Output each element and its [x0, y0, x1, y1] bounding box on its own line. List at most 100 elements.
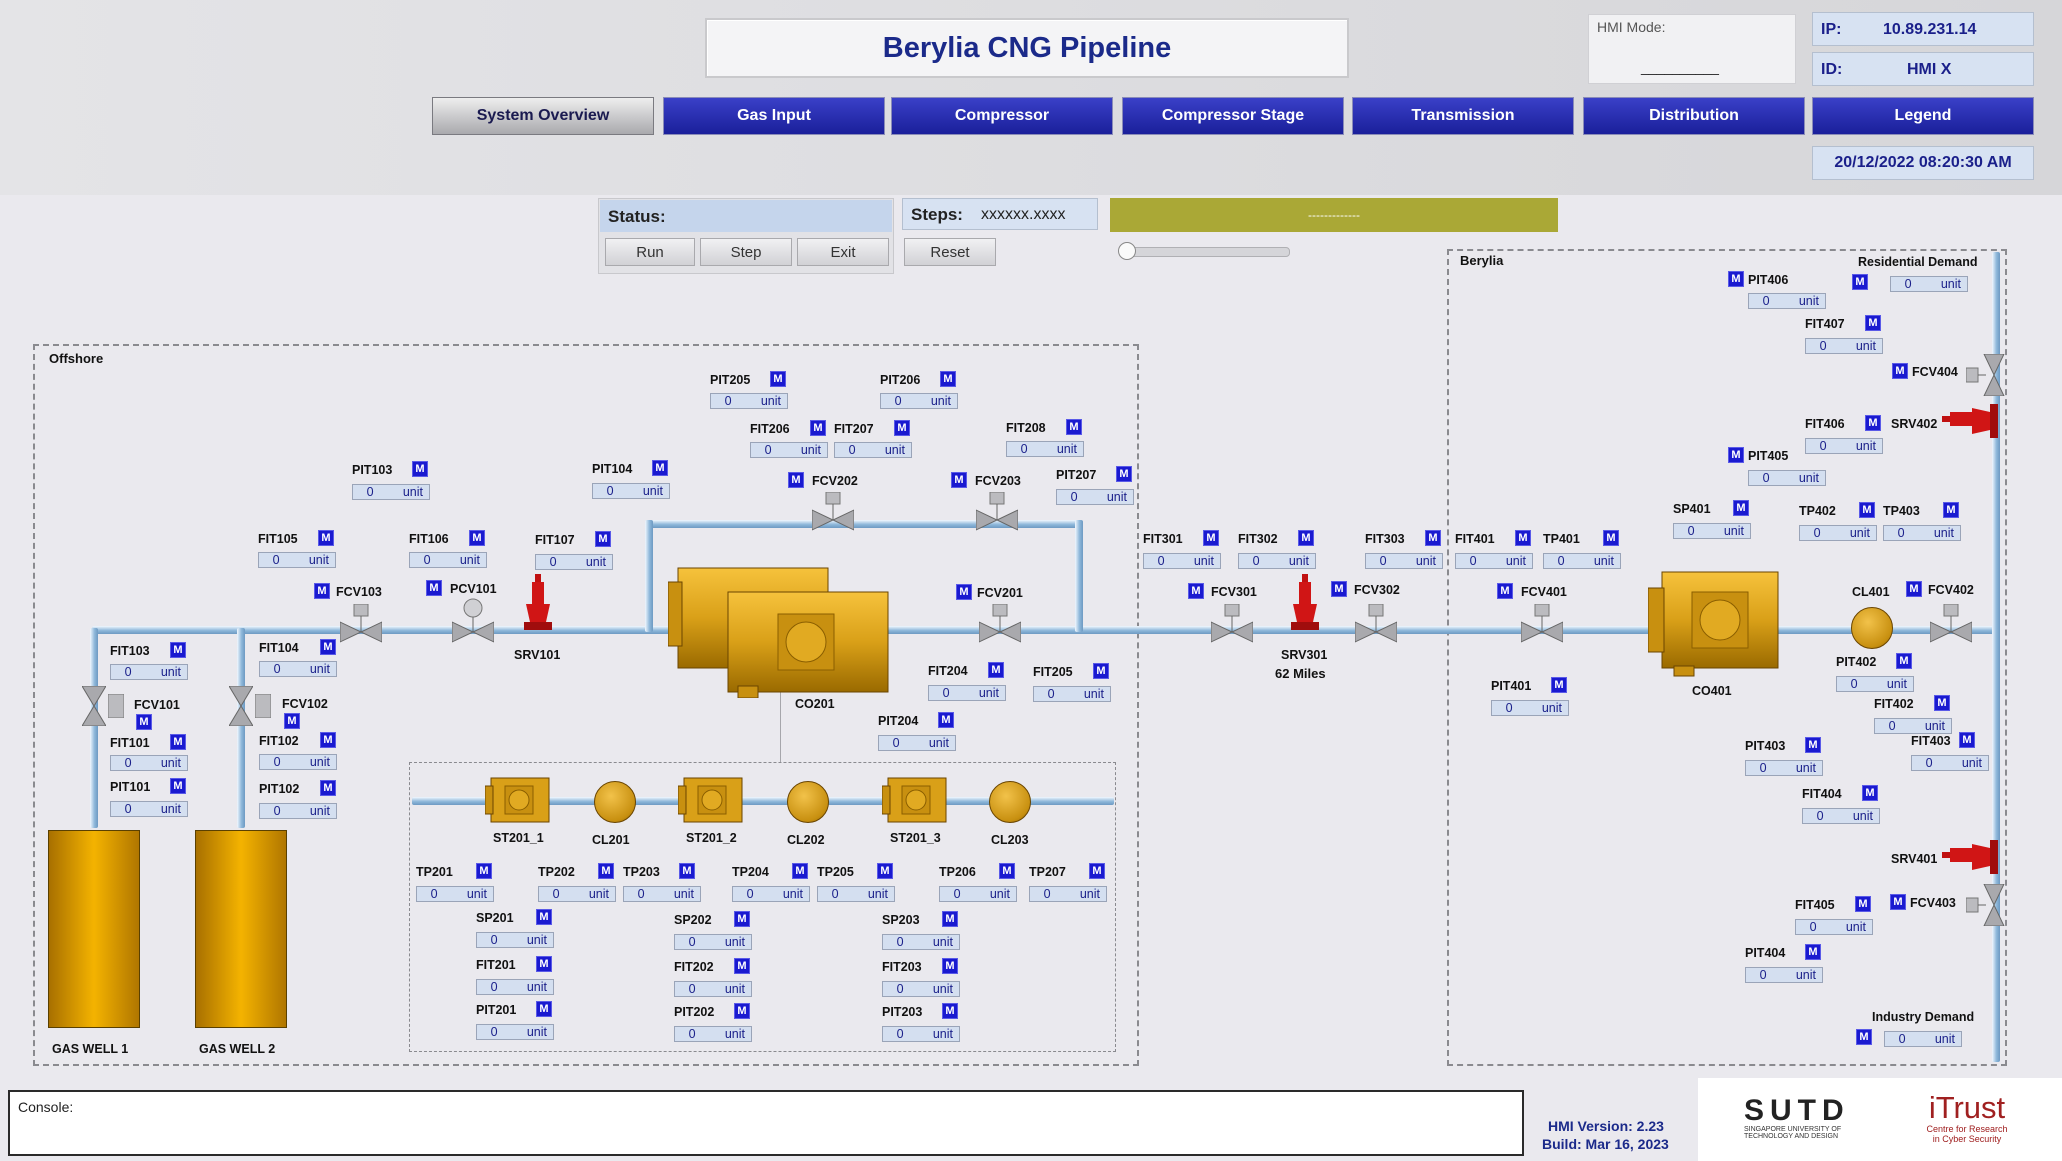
srv402-relief-valve-icon[interactable]: [1942, 404, 2000, 438]
tp402-manual-button[interactable]: M: [1859, 502, 1875, 518]
fcv401-valve[interactable]: [1521, 604, 1563, 644]
fcv202-manual-button[interactable]: M: [788, 472, 804, 488]
tab-legend[interactable]: Legend: [1812, 97, 2034, 135]
indd-manual-button[interactable]: M: [1856, 1029, 1872, 1045]
fit101-manual-button[interactable]: M: [170, 734, 186, 750]
co201-compressor-icon[interactable]: [668, 562, 894, 698]
tp204-manual-button[interactable]: M: [792, 863, 808, 879]
pit202-manual-button[interactable]: M: [734, 1003, 750, 1019]
speed-slider-track[interactable]: [1120, 247, 1290, 257]
pit405-manual-button[interactable]: M: [1728, 447, 1744, 463]
tp206-manual-button[interactable]: M: [999, 863, 1015, 879]
srv401-relief-valve-icon[interactable]: [1942, 840, 2000, 874]
fit202-manual-button[interactable]: M: [734, 958, 750, 974]
fcv302-manual-button[interactable]: M: [1331, 581, 1347, 597]
srv101-relief-valve-icon[interactable]: [524, 574, 552, 632]
fcv202-valve[interactable]: [812, 492, 854, 532]
fit301-manual-button[interactable]: M: [1203, 530, 1219, 546]
sp203-manual-button[interactable]: M: [942, 911, 958, 927]
fcv103-valve[interactable]: [340, 604, 382, 644]
pit206-manual-button[interactable]: M: [940, 371, 956, 387]
tab-compressor-stage[interactable]: Compressor Stage: [1122, 97, 1344, 135]
fit402-manual-button[interactable]: M: [1934, 695, 1950, 711]
cl202-cooler-icon[interactable]: [787, 781, 829, 823]
pit102-manual-button[interactable]: M: [320, 780, 336, 796]
fit104-manual-button[interactable]: M: [320, 639, 336, 655]
fcv103-manual-button[interactable]: M: [314, 583, 330, 599]
console-panel[interactable]: Console:: [8, 1090, 1524, 1156]
fit103-manual-button[interactable]: M: [170, 642, 186, 658]
run-button[interactable]: Run: [605, 238, 695, 266]
fit404-manual-button[interactable]: M: [1862, 785, 1878, 801]
fcv404-valve[interactable]: [1966, 354, 2006, 396]
fcv402-valve[interactable]: [1930, 604, 1972, 644]
fit203-manual-button[interactable]: M: [942, 958, 958, 974]
pcv101-manual-button[interactable]: M: [426, 580, 442, 596]
step-button[interactable]: Step: [700, 238, 792, 266]
fit206-manual-button[interactable]: M: [810, 420, 826, 436]
fit401-manual-button[interactable]: M: [1515, 530, 1531, 546]
pit201-manual-button[interactable]: M: [536, 1001, 552, 1017]
fit406-manual-button[interactable]: M: [1865, 415, 1881, 431]
fcv203-valve[interactable]: [976, 492, 1018, 532]
fit208-manual-button[interactable]: M: [1066, 419, 1082, 435]
fit405-manual-button[interactable]: M: [1855, 896, 1871, 912]
fit106-manual-button[interactable]: M: [469, 530, 485, 546]
srv301-relief-valve-icon[interactable]: [1291, 574, 1319, 632]
fit303-manual-button[interactable]: M: [1425, 530, 1441, 546]
fcv301-manual-button[interactable]: M: [1188, 583, 1204, 599]
fit201-manual-button[interactable]: M: [536, 956, 552, 972]
fcv401-manual-button[interactable]: M: [1497, 583, 1513, 599]
exit-button[interactable]: Exit: [797, 238, 889, 266]
fcv101-valve[interactable]: [82, 686, 106, 726]
tp401-manual-button[interactable]: M: [1603, 530, 1619, 546]
cl201-cooler-icon[interactable]: [594, 781, 636, 823]
fit204-manual-button[interactable]: M: [988, 662, 1004, 678]
pit203-manual-button[interactable]: M: [942, 1003, 958, 1019]
sp401-manual-button[interactable]: M: [1733, 500, 1749, 516]
pit104-manual-button[interactable]: M: [652, 460, 668, 476]
pit404-manual-button[interactable]: M: [1805, 944, 1821, 960]
fcv102-manual-button[interactable]: M: [284, 713, 300, 729]
fcv302-valve[interactable]: [1355, 604, 1397, 644]
fit102-manual-button[interactable]: M: [320, 732, 336, 748]
speed-slider-handle[interactable]: [1118, 242, 1136, 260]
tp202-manual-button[interactable]: M: [598, 863, 614, 879]
resd-manual-button[interactable]: M: [1852, 274, 1868, 290]
reset-button[interactable]: Reset: [904, 238, 996, 266]
pit207-manual-button[interactable]: M: [1116, 466, 1132, 482]
tp403-manual-button[interactable]: M: [1943, 502, 1959, 518]
fit407-manual-button[interactable]: M: [1865, 315, 1881, 331]
pit403-manual-button[interactable]: M: [1805, 737, 1821, 753]
pit101-manual-button[interactable]: M: [170, 778, 186, 794]
fcv201-valve[interactable]: [979, 604, 1021, 644]
pit402-manual-button[interactable]: M: [1896, 653, 1912, 669]
fcv102-valve[interactable]: [229, 686, 253, 726]
sp202-manual-button[interactable]: M: [734, 911, 750, 927]
tp203-manual-button[interactable]: M: [679, 863, 695, 879]
st201-3-stage-icon[interactable]: [882, 776, 948, 824]
tab-transmission[interactable]: Transmission: [1352, 97, 1574, 135]
pcv101-valve[interactable]: [452, 598, 494, 644]
cl203-cooler-icon[interactable]: [989, 781, 1031, 823]
cl401-cooler-icon[interactable]: [1851, 607, 1893, 649]
fcv403-manual-button[interactable]: M: [1890, 894, 1906, 910]
fcv201-manual-button[interactable]: M: [956, 584, 972, 600]
fit403-manual-button[interactable]: M: [1959, 732, 1975, 748]
tp205-manual-button[interactable]: M: [877, 863, 893, 879]
pit406-manual-button[interactable]: M: [1728, 271, 1744, 287]
fcv402-manual-button[interactable]: M: [1906, 581, 1922, 597]
tp201-manual-button[interactable]: M: [476, 863, 492, 879]
fcv403-valve[interactable]: [1966, 884, 2006, 926]
fit105-manual-button[interactable]: M: [318, 530, 334, 546]
co401-compressor-icon[interactable]: [1648, 570, 1780, 678]
fit302-manual-button[interactable]: M: [1298, 530, 1314, 546]
fcv301-valve[interactable]: [1211, 604, 1253, 644]
tp207-manual-button[interactable]: M: [1089, 863, 1105, 879]
fcv404-manual-button[interactable]: M: [1892, 363, 1908, 379]
fit205-manual-button[interactable]: M: [1093, 663, 1109, 679]
sp201-manual-button[interactable]: M: [536, 909, 552, 925]
fit107-manual-button[interactable]: M: [595, 531, 611, 547]
fcv203-manual-button[interactable]: M: [951, 472, 967, 488]
pit103-manual-button[interactable]: M: [412, 461, 428, 477]
